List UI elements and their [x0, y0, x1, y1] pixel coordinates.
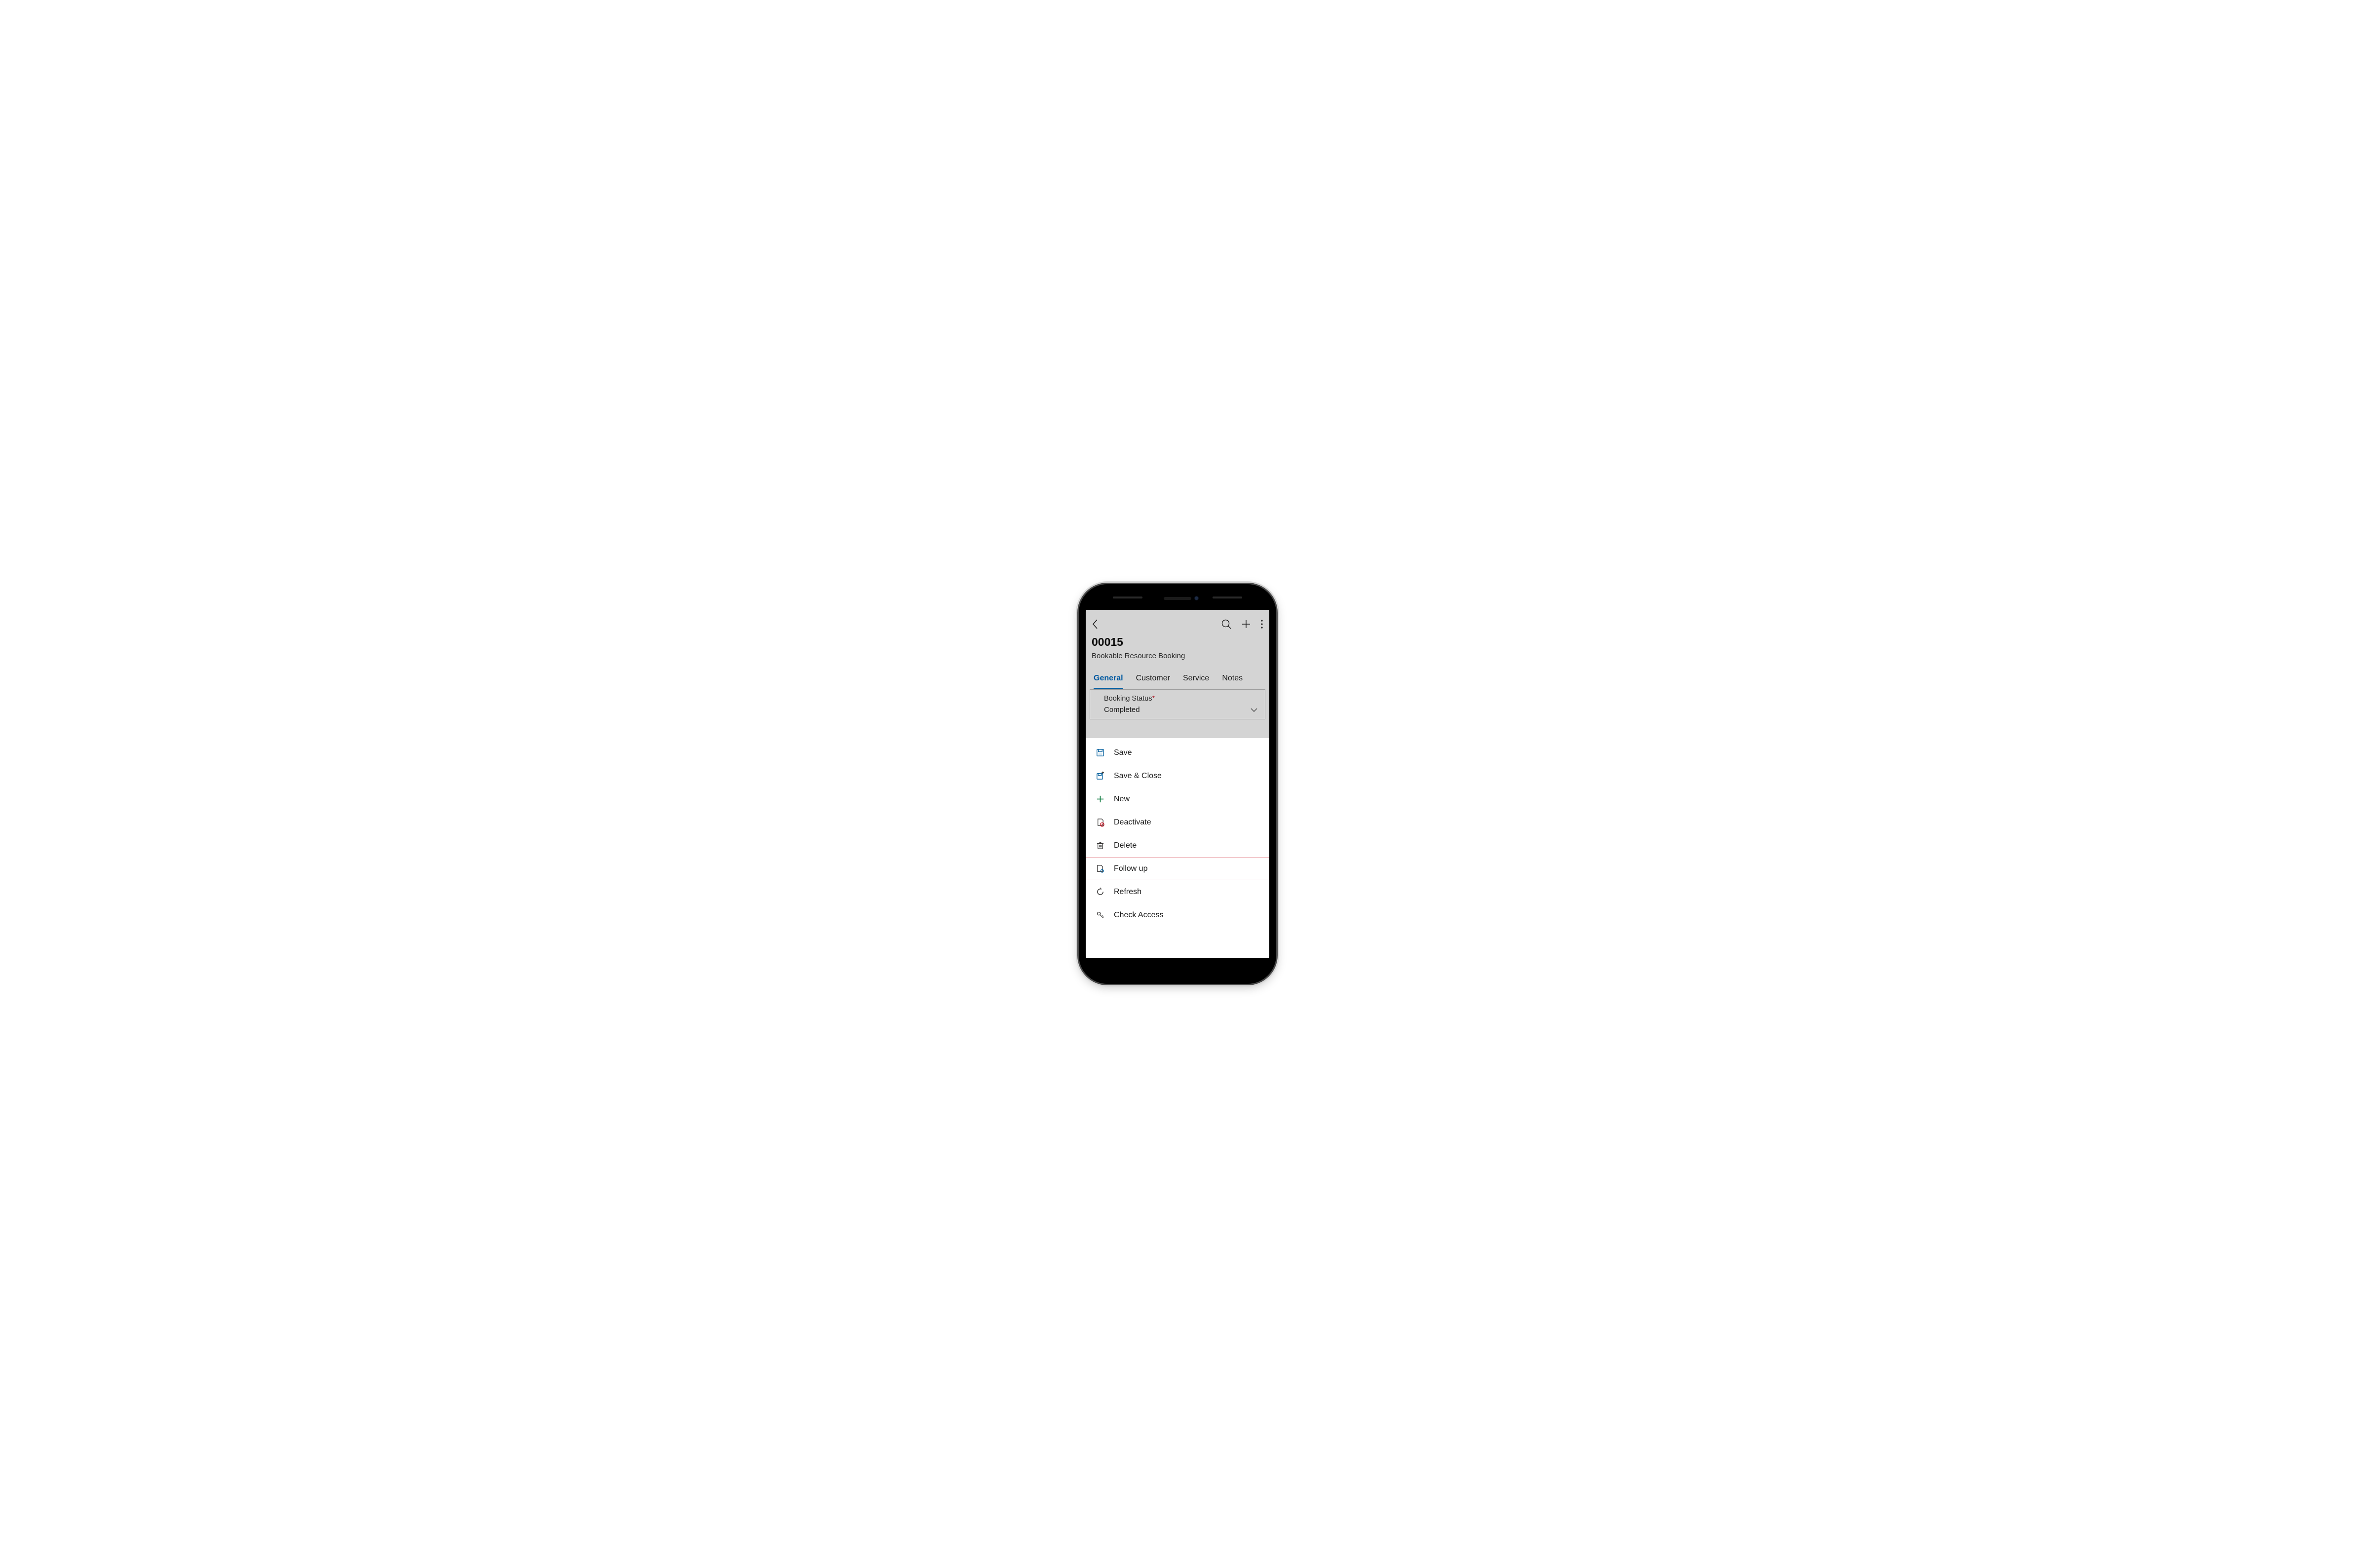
delete-icon: [1096, 841, 1105, 850]
save-icon-wrap: [1095, 748, 1105, 758]
screen: 00015 Bookable Resource Booking GeneralC…: [1086, 610, 1269, 958]
phone-bezel: 00015 Bookable Resource Booking GeneralC…: [1086, 591, 1269, 977]
refresh-icon: [1096, 887, 1105, 896]
menu-item-label: Check Access: [1114, 911, 1259, 920]
menu-item-new[interactable]: New: [1086, 787, 1269, 811]
save-close-icon: [1096, 771, 1105, 781]
phone-frame: 00015 Bookable Resource Booking GeneralC…: [1079, 584, 1276, 984]
scrim[interactable]: [1086, 610, 1269, 738]
followup-icon-wrap: [1095, 864, 1105, 874]
menu-item-label: New: [1114, 795, 1259, 804]
menu-item-label: Follow up: [1114, 864, 1259, 873]
refresh-icon-wrap: [1095, 887, 1105, 897]
menu-item-label: Refresh: [1114, 888, 1259, 896]
save-close-icon-wrap: [1095, 771, 1105, 781]
action-sheet: Save Save & Close New Deactivate Delete Follo…: [1086, 738, 1269, 958]
speaker-slit: [1113, 597, 1142, 598]
menu-item-label: Save & Close: [1114, 772, 1259, 781]
speaker-slit: [1213, 597, 1242, 598]
check-access-icon: [1096, 910, 1105, 920]
deactivate-icon: [1096, 818, 1105, 827]
delete-icon-wrap: [1095, 841, 1105, 851]
menu-item-deactivate[interactable]: Deactivate: [1086, 811, 1269, 834]
front-camera: [1194, 596, 1199, 600]
menu-item-delete[interactable]: Delete: [1086, 834, 1269, 857]
deactivate-icon-wrap: [1095, 818, 1105, 827]
check-access-icon-wrap: [1095, 910, 1105, 920]
menu-item-save-close[interactable]: Save & Close: [1086, 764, 1269, 787]
new-icon-wrap: [1095, 794, 1105, 804]
followup-icon: [1096, 864, 1105, 873]
menu-item-label: Save: [1114, 748, 1259, 757]
new-icon: [1096, 794, 1105, 804]
menu-item-label: Deactivate: [1114, 818, 1259, 827]
menu-item-refresh[interactable]: Refresh: [1086, 880, 1269, 903]
menu: Save Save & Close New Deactivate Delete Follo…: [1086, 738, 1269, 927]
menu-item-check-access[interactable]: Check Access: [1086, 903, 1269, 927]
save-icon: [1096, 748, 1105, 757]
menu-item-follow-up[interactable]: Follow up: [1086, 857, 1269, 880]
menu-item-label: Delete: [1114, 841, 1259, 850]
earpiece: [1164, 597, 1191, 600]
menu-item-save[interactable]: Save: [1086, 741, 1269, 764]
